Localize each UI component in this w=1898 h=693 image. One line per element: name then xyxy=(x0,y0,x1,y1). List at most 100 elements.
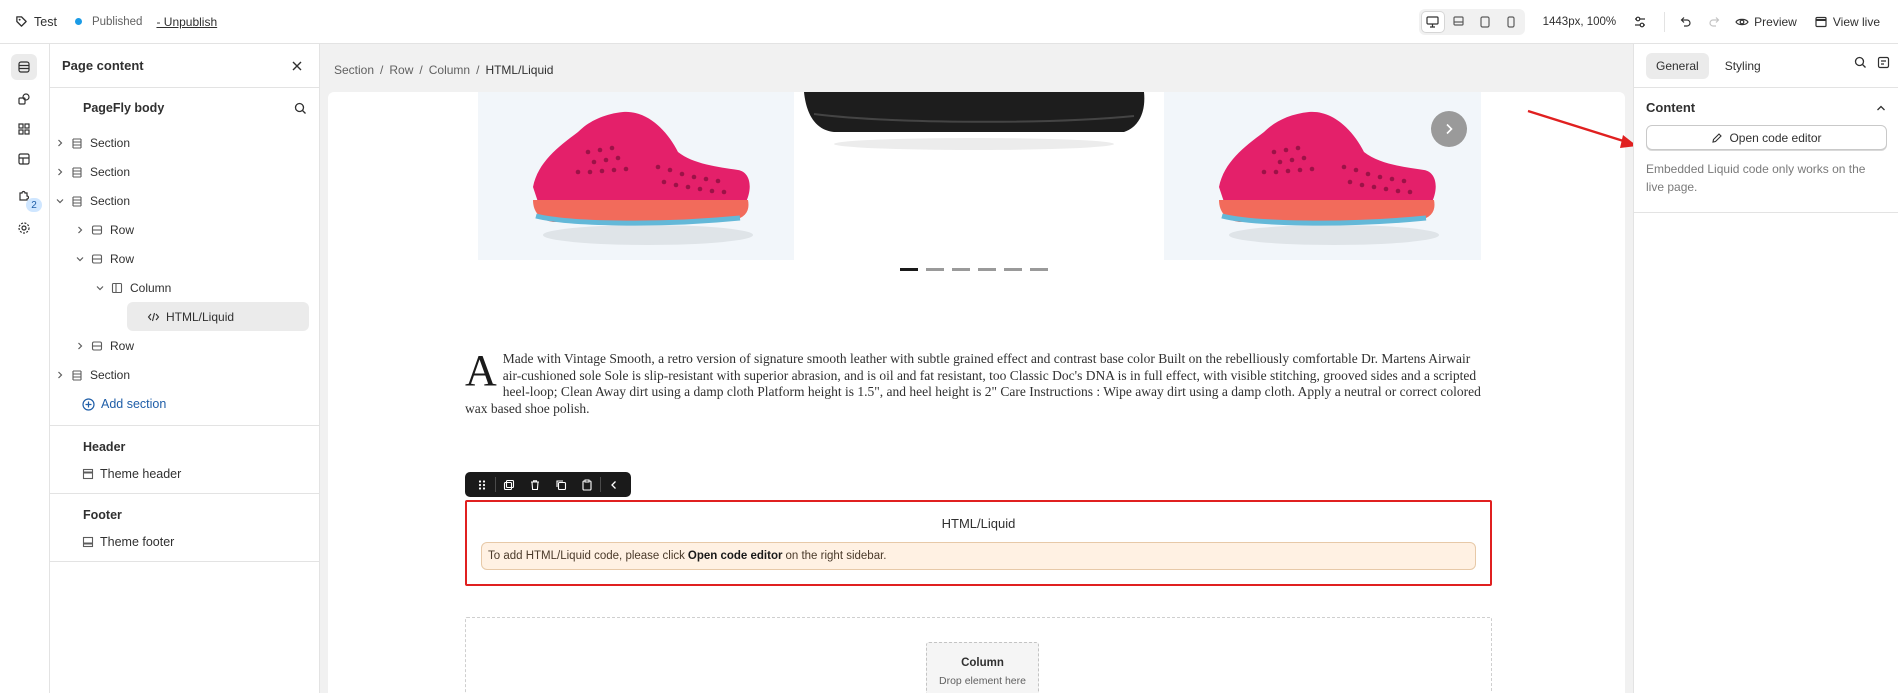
theme-footer-item[interactable]: Theme footer xyxy=(50,526,319,558)
top-bar-left: Test Published - Unpublish xyxy=(0,15,217,29)
slider-dot[interactable] xyxy=(926,268,944,271)
layers-icon xyxy=(18,61,30,73)
slider-next-button[interactable] xyxy=(1431,111,1467,147)
open-code-editor-button[interactable]: Open code editor xyxy=(1646,125,1887,150)
section-icon xyxy=(70,165,84,179)
chevron-right-icon[interactable] xyxy=(54,166,66,178)
column-placeholder[interactable]: Column Drop element here xyxy=(926,642,1039,693)
liquid-hint-text: Embedded Liquid code only works on the l… xyxy=(1646,162,1866,194)
html-liquid-notice: To add HTML/Liquid code, please click Op… xyxy=(481,542,1476,570)
annotation-arrow xyxy=(1527,109,1637,148)
notes-button[interactable] xyxy=(1877,56,1890,69)
header-group-title: Header xyxy=(83,440,126,454)
section-icon xyxy=(70,368,84,382)
tree-item-row[interactable]: Row xyxy=(50,215,309,244)
tab-general[interactable]: General xyxy=(1646,52,1709,79)
chevron-right-icon[interactable] xyxy=(54,137,66,149)
view-live-button[interactable]: View live xyxy=(1815,15,1880,29)
tree-item-row[interactable]: Row xyxy=(50,244,309,273)
copy-button[interactable] xyxy=(548,472,574,497)
sections-rail-button[interactable] xyxy=(11,116,37,142)
tree-item-label: Column xyxy=(130,280,172,295)
breadcrumb-separator: / xyxy=(476,63,480,77)
templates-rail-button[interactable] xyxy=(11,146,37,172)
search-icon xyxy=(1854,56,1866,68)
eye-icon xyxy=(1735,18,1749,26)
breadcrumb-separator: / xyxy=(419,63,423,77)
tree-item-section[interactable]: Section xyxy=(50,128,309,157)
paste-button[interactable] xyxy=(574,472,600,497)
settings-sliders-button[interactable] xyxy=(1630,12,1650,32)
theme-header-item[interactable]: Theme header xyxy=(50,458,319,490)
sliders-icon xyxy=(1635,16,1646,28)
tag-icon xyxy=(14,15,28,29)
breadcrumb-section[interactable]: Section xyxy=(334,63,374,77)
search-layers-button[interactable] xyxy=(294,102,307,115)
slider-dot[interactable] xyxy=(900,268,918,271)
slider-image-center xyxy=(794,92,1164,260)
page-content-rail-button[interactable] xyxy=(11,54,37,80)
slider-dot[interactable] xyxy=(978,268,996,271)
slider-dot[interactable] xyxy=(952,268,970,271)
tree-item-label: Row xyxy=(110,338,135,353)
slider-dot[interactable] xyxy=(1030,268,1048,271)
notice-text-bold: Open code editor xyxy=(687,550,783,562)
duplicate-button[interactable] xyxy=(496,472,522,497)
tree-item-section[interactable]: Section xyxy=(50,360,309,389)
pencil-icon xyxy=(1712,132,1723,143)
search-settings-button[interactable] xyxy=(1854,56,1867,69)
status-badge: Published xyxy=(91,15,143,28)
breadcrumb-current: HTML/Liquid xyxy=(485,63,554,77)
tree-item-column[interactable]: Column xyxy=(50,273,309,302)
slider-dot[interactable] xyxy=(1004,268,1022,271)
divider xyxy=(1664,12,1666,32)
delete-button[interactable] xyxy=(522,472,548,497)
gear-icon xyxy=(18,222,30,234)
page-title[interactable]: Test xyxy=(34,15,57,29)
section-icon xyxy=(70,136,84,150)
tree-item-section[interactable]: Section xyxy=(50,186,309,215)
content-section: Content Open code editor Embedded Liquid… xyxy=(1634,88,1898,213)
drag-handle[interactable] xyxy=(469,472,495,497)
undo-button[interactable] xyxy=(1675,12,1695,32)
tree-item-section[interactable]: Section xyxy=(50,157,309,186)
redo-button[interactable] xyxy=(1705,12,1725,32)
laptop-view-button[interactable] xyxy=(1448,12,1470,32)
divider xyxy=(50,561,319,562)
breadcrumb: Section / Row / Column / HTML/Liquid xyxy=(334,63,553,77)
tree-item-label: HTML/Liquid xyxy=(166,309,235,324)
content-section-header[interactable]: Content xyxy=(1646,100,1886,115)
chevron-down-icon[interactable] xyxy=(54,195,66,207)
chevron-down-icon[interactable] xyxy=(94,282,106,294)
tablet-view-button[interactable] xyxy=(1474,12,1496,32)
elements-rail-button[interactable] xyxy=(11,86,37,112)
code-icon xyxy=(146,310,160,324)
desktop-view-button[interactable] xyxy=(1421,12,1444,32)
zoom-level[interactable]: 1443px, 100% xyxy=(1543,16,1617,28)
close-panel-button[interactable] xyxy=(287,56,307,76)
breadcrumb-row[interactable]: Row xyxy=(389,63,413,77)
chevron-right-icon[interactable] xyxy=(54,369,66,381)
collapse-toolbar-button[interactable] xyxy=(601,472,627,497)
breadcrumb-column[interactable]: Column xyxy=(429,63,470,77)
chevron-right-icon[interactable] xyxy=(74,224,86,236)
redo-icon xyxy=(1709,17,1720,27)
pink-shoe-image xyxy=(1219,111,1439,245)
unpublish-link[interactable]: - Unpublish xyxy=(156,15,217,29)
section-icon xyxy=(70,194,84,208)
chevron-down-icon[interactable] xyxy=(74,253,86,265)
tree-item-row[interactable]: Row xyxy=(50,331,309,360)
mobile-view-button[interactable] xyxy=(1500,12,1522,32)
settings-rail-button[interactable] xyxy=(11,215,37,241)
column-dropzone[interactable]: Column Drop element here xyxy=(465,617,1492,693)
notice-text-after: on the right sidebar. xyxy=(785,550,887,562)
html-liquid-element[interactable]: HTML/Liquid To add HTML/Liquid code, ple… xyxy=(465,500,1492,586)
preview-button[interactable]: Preview xyxy=(1735,15,1797,29)
theme-footer-icon xyxy=(82,536,94,548)
view-live-label: View live xyxy=(1832,15,1880,29)
tree-item-html-liquid[interactable]: HTML/Liquid xyxy=(127,302,309,331)
tab-styling[interactable]: Styling xyxy=(1715,53,1771,79)
chevron-right-icon[interactable] xyxy=(74,340,86,352)
add-section-button[interactable]: Add section xyxy=(50,389,319,419)
product-description[interactable]: A Made with Vintage Smooth, a retro vers… xyxy=(465,349,1488,418)
